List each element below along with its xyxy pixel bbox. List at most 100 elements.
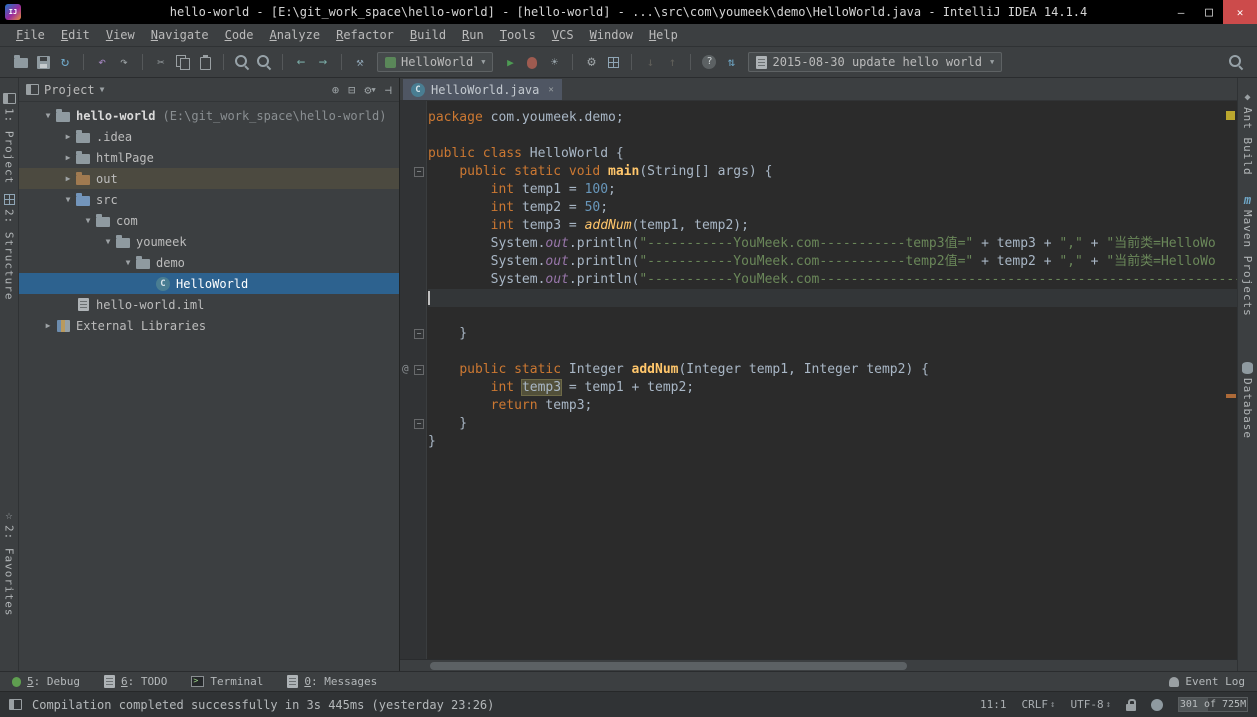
settings-button[interactable]: ⚙ [580, 51, 602, 73]
toolwindow-button-0-messages[interactable]: 0: Messages [287, 675, 377, 688]
debug-button[interactable] [521, 51, 543, 73]
toolwindow-button-event-log[interactable]: Event Log [1169, 675, 1245, 688]
editor[interactable]: package com.youmeek.demo;public class He… [400, 101, 1237, 659]
menu-help[interactable]: Help [641, 28, 686, 42]
close-button[interactable]: ✕ [1223, 0, 1257, 24]
tree-item-idea[interactable]: ▶.idea [19, 126, 399, 147]
vcs-commit-message[interactable]: 2015-08-30 update hello world▼ [748, 52, 1002, 72]
horizontal-scrollbar[interactable] [400, 659, 1237, 671]
menu-window[interactable]: Window [582, 28, 641, 42]
paste-button[interactable] [194, 51, 216, 73]
vcs-commit-message-label: 2015-08-30 update hello world [772, 55, 982, 69]
fold-marker[interactable]: − [414, 167, 424, 177]
close-tab-icon[interactable]: ✕ [548, 85, 553, 95]
menu-run[interactable]: Run [454, 28, 492, 42]
tree-item-htmlpage[interactable]: ▶htmlPage [19, 147, 399, 168]
intellij-logo-icon: IJ [5, 4, 21, 20]
hector-inspector-icon[interactable] [1151, 699, 1163, 711]
menu-navigate[interactable]: Navigate [143, 28, 217, 42]
toolwindow-button-database[interactable]: Database [1241, 362, 1254, 439]
update-project-button[interactable]: ⇅ [720, 51, 742, 73]
menu-analyze[interactable]: Analyze [262, 28, 329, 42]
menu-tools[interactable]: Tools [492, 28, 544, 42]
tree-item-hello-world[interactable]: ▼hello-world(E:\git_work_space\hello-wor… [19, 105, 399, 126]
ant-icon: ◆ [1244, 93, 1250, 103]
tree-collapsed-arrow-icon[interactable]: ▶ [61, 132, 75, 141]
collapse-all-icon[interactable]: ⊟ [348, 84, 355, 96]
memory-indicator[interactable]: 301 of 725M [1178, 697, 1248, 712]
line-separator-widget[interactable]: CRLF↕ [1022, 698, 1056, 711]
toolwindow-button-2-structure[interactable]: 2: Structure [3, 194, 16, 300]
toolwindow-button-maven-projects[interactable]: mMaven Projects [1241, 194, 1254, 317]
run-coverage-button[interactable]: ☀ [543, 51, 565, 73]
maximize-button[interactable]: □ [1195, 0, 1223, 24]
project-structure-button[interactable] [602, 51, 624, 73]
make-project-button[interactable]: ⚒ [349, 51, 371, 73]
editor-code[interactable]: package com.youmeek.demo;public class He… [428, 101, 1237, 451]
save-all-button[interactable] [32, 51, 54, 73]
settings-gear-icon[interactable]: ⚙▼ [364, 84, 375, 96]
menu-code[interactable]: Code [217, 28, 262, 42]
run-button[interactable]: ▶ [499, 51, 521, 73]
tree-expanded-arrow-icon[interactable]: ▼ [41, 111, 55, 120]
hide-panel-icon[interactable]: ⊣ [385, 84, 392, 96]
toolwindow-button-ant-build[interactable]: ◆Ant Build [1241, 93, 1254, 176]
menu-refactor[interactable]: Refactor [328, 28, 402, 42]
toolwindow-button-2-favorites[interactable]: ☆2: Favorites [3, 509, 16, 616]
undo-button[interactable]: ↶ [91, 51, 113, 73]
project-view-dropdown-icon[interactable]: ▼ [100, 85, 105, 94]
menu-edit[interactable]: Edit [53, 28, 98, 42]
fold-marker[interactable]: − [414, 419, 424, 429]
search-everywhere-button[interactable] [1225, 51, 1247, 73]
encoding-widget[interactable]: UTF-8↕ [1070, 698, 1111, 711]
tree-expanded-arrow-icon[interactable]: ▼ [81, 216, 95, 225]
tree-item-src[interactable]: ▼src [19, 189, 399, 210]
back-button[interactable]: ← [290, 51, 312, 73]
tree-item-helloworld[interactable]: CHelloWorld [19, 273, 399, 294]
toolwindow-button-5-debug[interactable]: 5: Debug [12, 675, 80, 688]
tab-helloworld-java[interactable]: C HelloWorld.java ✕ [403, 79, 562, 100]
tree-expanded-arrow-icon[interactable]: ▼ [61, 195, 75, 204]
highlight-stripe-mark[interactable] [1226, 394, 1236, 398]
tree-item-out[interactable]: ▶out [19, 168, 399, 189]
warning-stripe-mark[interactable] [1226, 111, 1235, 120]
tree-collapsed-arrow-icon[interactable]: ▶ [61, 174, 75, 183]
toolwindow-toggle-icon[interactable] [9, 699, 22, 710]
find-button[interactable] [231, 51, 253, 73]
horizontal-scrollbar-thumb[interactable] [430, 662, 907, 670]
toolwindow-button-6-todo[interactable]: 6: TODO [104, 675, 167, 688]
tree-expanded-arrow-icon[interactable]: ▼ [121, 258, 135, 267]
replace-button[interactable] [253, 51, 275, 73]
help-button[interactable]: ? [698, 51, 720, 73]
caret-position-widget[interactable]: 11:1 [980, 698, 1007, 711]
tree-item-demo[interactable]: ▼demo [19, 252, 399, 273]
toolwindow-button-terminal[interactable]: Terminal [191, 675, 263, 688]
toolwindow-button-1-project[interactable]: 1: Project [3, 93, 16, 184]
toolwindow-label: 2: Favorites [3, 525, 16, 616]
cut-button[interactable]: ✂ [150, 51, 172, 73]
tree-item-youmeek[interactable]: ▼youmeek [19, 231, 399, 252]
vcs-commit-button[interactable]: ↑ [661, 51, 683, 73]
readonly-lock-icon[interactable] [1126, 704, 1136, 711]
run-configuration-selector[interactable]: HelloWorld▼ [377, 52, 493, 72]
copy-button[interactable] [172, 51, 194, 73]
locate-icon[interactable]: ⊕ [332, 84, 339, 96]
menu-view[interactable]: View [98, 28, 143, 42]
tree-collapsed-arrow-icon[interactable]: ▶ [41, 321, 55, 330]
minimize-button[interactable]: – [1167, 0, 1195, 24]
tree-item-external-libraries[interactable]: ▶External Libraries [19, 315, 399, 336]
tree-expanded-arrow-icon[interactable]: ▼ [101, 237, 115, 246]
fold-marker[interactable]: − [414, 329, 424, 339]
synchronize-button[interactable]: ↻ [54, 51, 76, 73]
menu-file[interactable]: File [8, 28, 53, 42]
tree-collapsed-arrow-icon[interactable]: ▶ [61, 153, 75, 162]
tree-item-hello-world-iml[interactable]: hello-world.iml [19, 294, 399, 315]
forward-button[interactable]: → [312, 51, 334, 73]
menu-vcs[interactable]: VCS [544, 28, 582, 42]
redo-button[interactable]: ↷ [113, 51, 135, 73]
tree-item-com[interactable]: ▼com [19, 210, 399, 231]
menu-build[interactable]: Build [402, 28, 454, 42]
open-folder-button[interactable] [10, 51, 32, 73]
vcs-update-button[interactable]: ↓ [639, 51, 661, 73]
fold-marker[interactable]: − [414, 365, 424, 375]
